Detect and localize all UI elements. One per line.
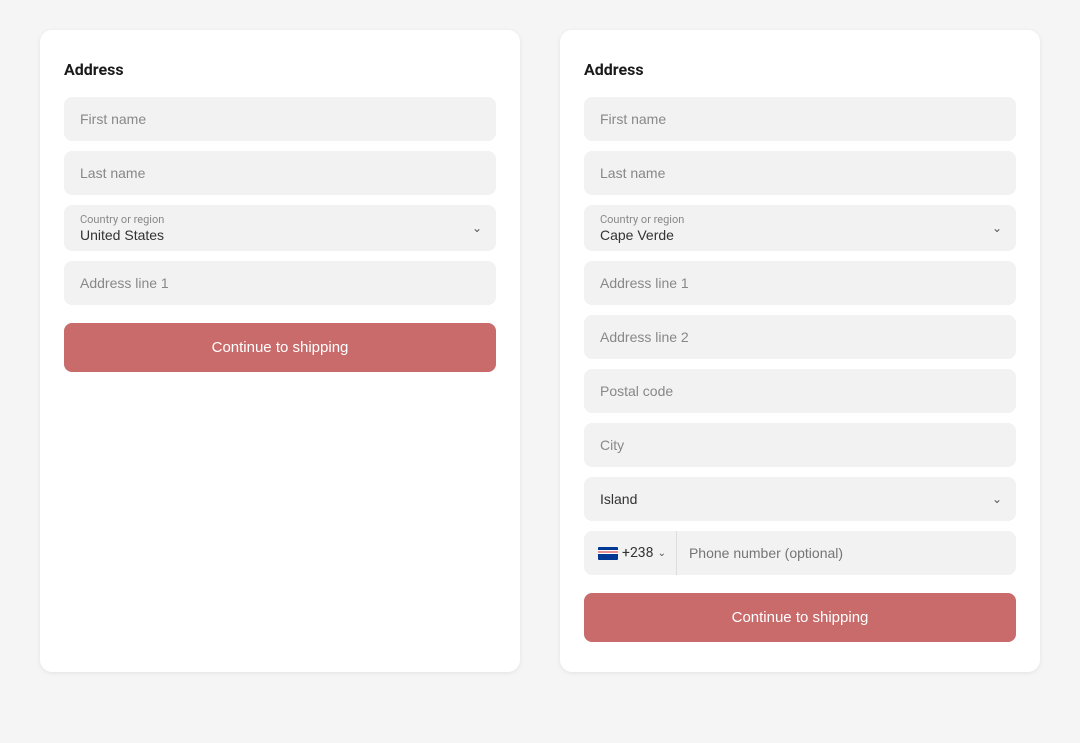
right-continue-button[interactable]: Continue to shipping [584,593,1016,642]
left-last-name-input[interactable] [64,151,496,195]
right-postal-code-input[interactable] [584,369,1016,413]
right-phone-input[interactable] [689,531,1002,575]
right-island-select[interactable]: Island Santiago São Vicente Sal Fogo [584,477,1016,521]
right-phone-flag-code[interactable]: +238 ⌄ [598,531,677,575]
right-phone-code: +238 [622,545,654,561]
left-country-select[interactable]: United States Cape Verde Canada United K… [64,205,496,251]
right-city-input[interactable] [584,423,1016,467]
right-phone-row: +238 ⌄ [584,531,1016,575]
right-address-line2-input[interactable] [584,315,1016,359]
right-phone-chevron-icon: ⌄ [658,548,666,559]
right-address-line1-input[interactable] [584,261,1016,305]
right-form-panel: Address Country or region Cape Verde Uni… [560,30,1040,672]
cape-verde-flag-icon [598,547,618,560]
right-last-name-input[interactable] [584,151,1016,195]
right-country-select-wrapper: Country or region Cape Verde United Stat… [584,205,1016,251]
left-form-panel: Address Country or region United States … [40,30,520,672]
left-form-title: Address [64,60,496,79]
right-first-name-input[interactable] [584,97,1016,141]
left-address-line1-input[interactable] [64,261,496,305]
right-country-select[interactable]: Cape Verde United States Canada United K… [584,205,1016,251]
left-country-select-wrapper: Country or region United States Cape Ver… [64,205,496,251]
left-first-name-input[interactable] [64,97,496,141]
right-island-select-wrapper: Island Santiago São Vicente Sal Fogo ⌄ [584,477,1016,521]
left-continue-button[interactable]: Continue to shipping [64,323,496,372]
right-form-title: Address [584,60,1016,79]
page-container: Address Country or region United States … [20,30,1060,672]
